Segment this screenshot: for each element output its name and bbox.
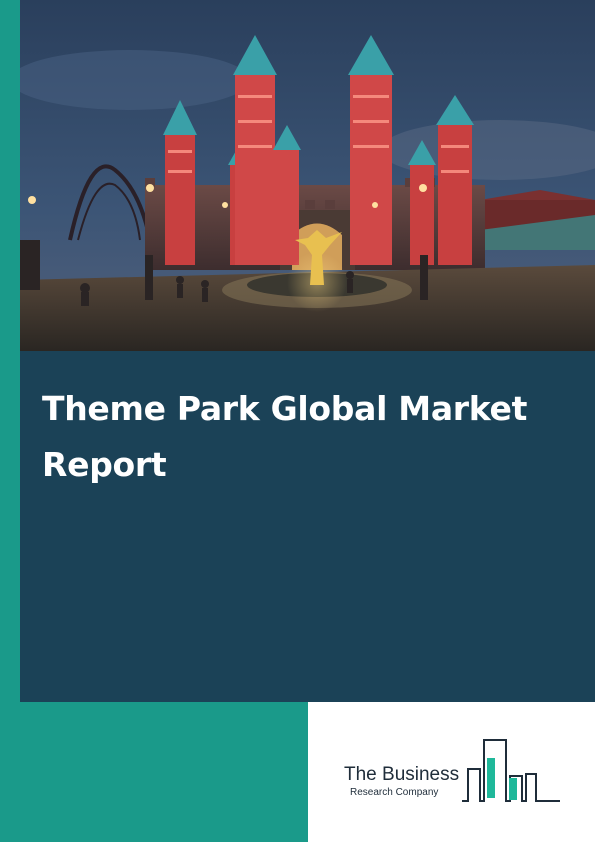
report-title: Theme Park Global Market Report xyxy=(42,389,528,484)
teal-accent-block xyxy=(0,702,308,842)
buildings-logo-icon xyxy=(462,739,560,802)
title-panel: Theme Park Global Market Report xyxy=(20,351,595,702)
publisher-name-line1: The Business xyxy=(344,764,460,785)
publisher-name-line2: Research Company xyxy=(350,787,439,798)
cover-photo-theme-park-castle xyxy=(20,0,595,351)
publisher-logo: The Business Research Company xyxy=(340,738,570,808)
